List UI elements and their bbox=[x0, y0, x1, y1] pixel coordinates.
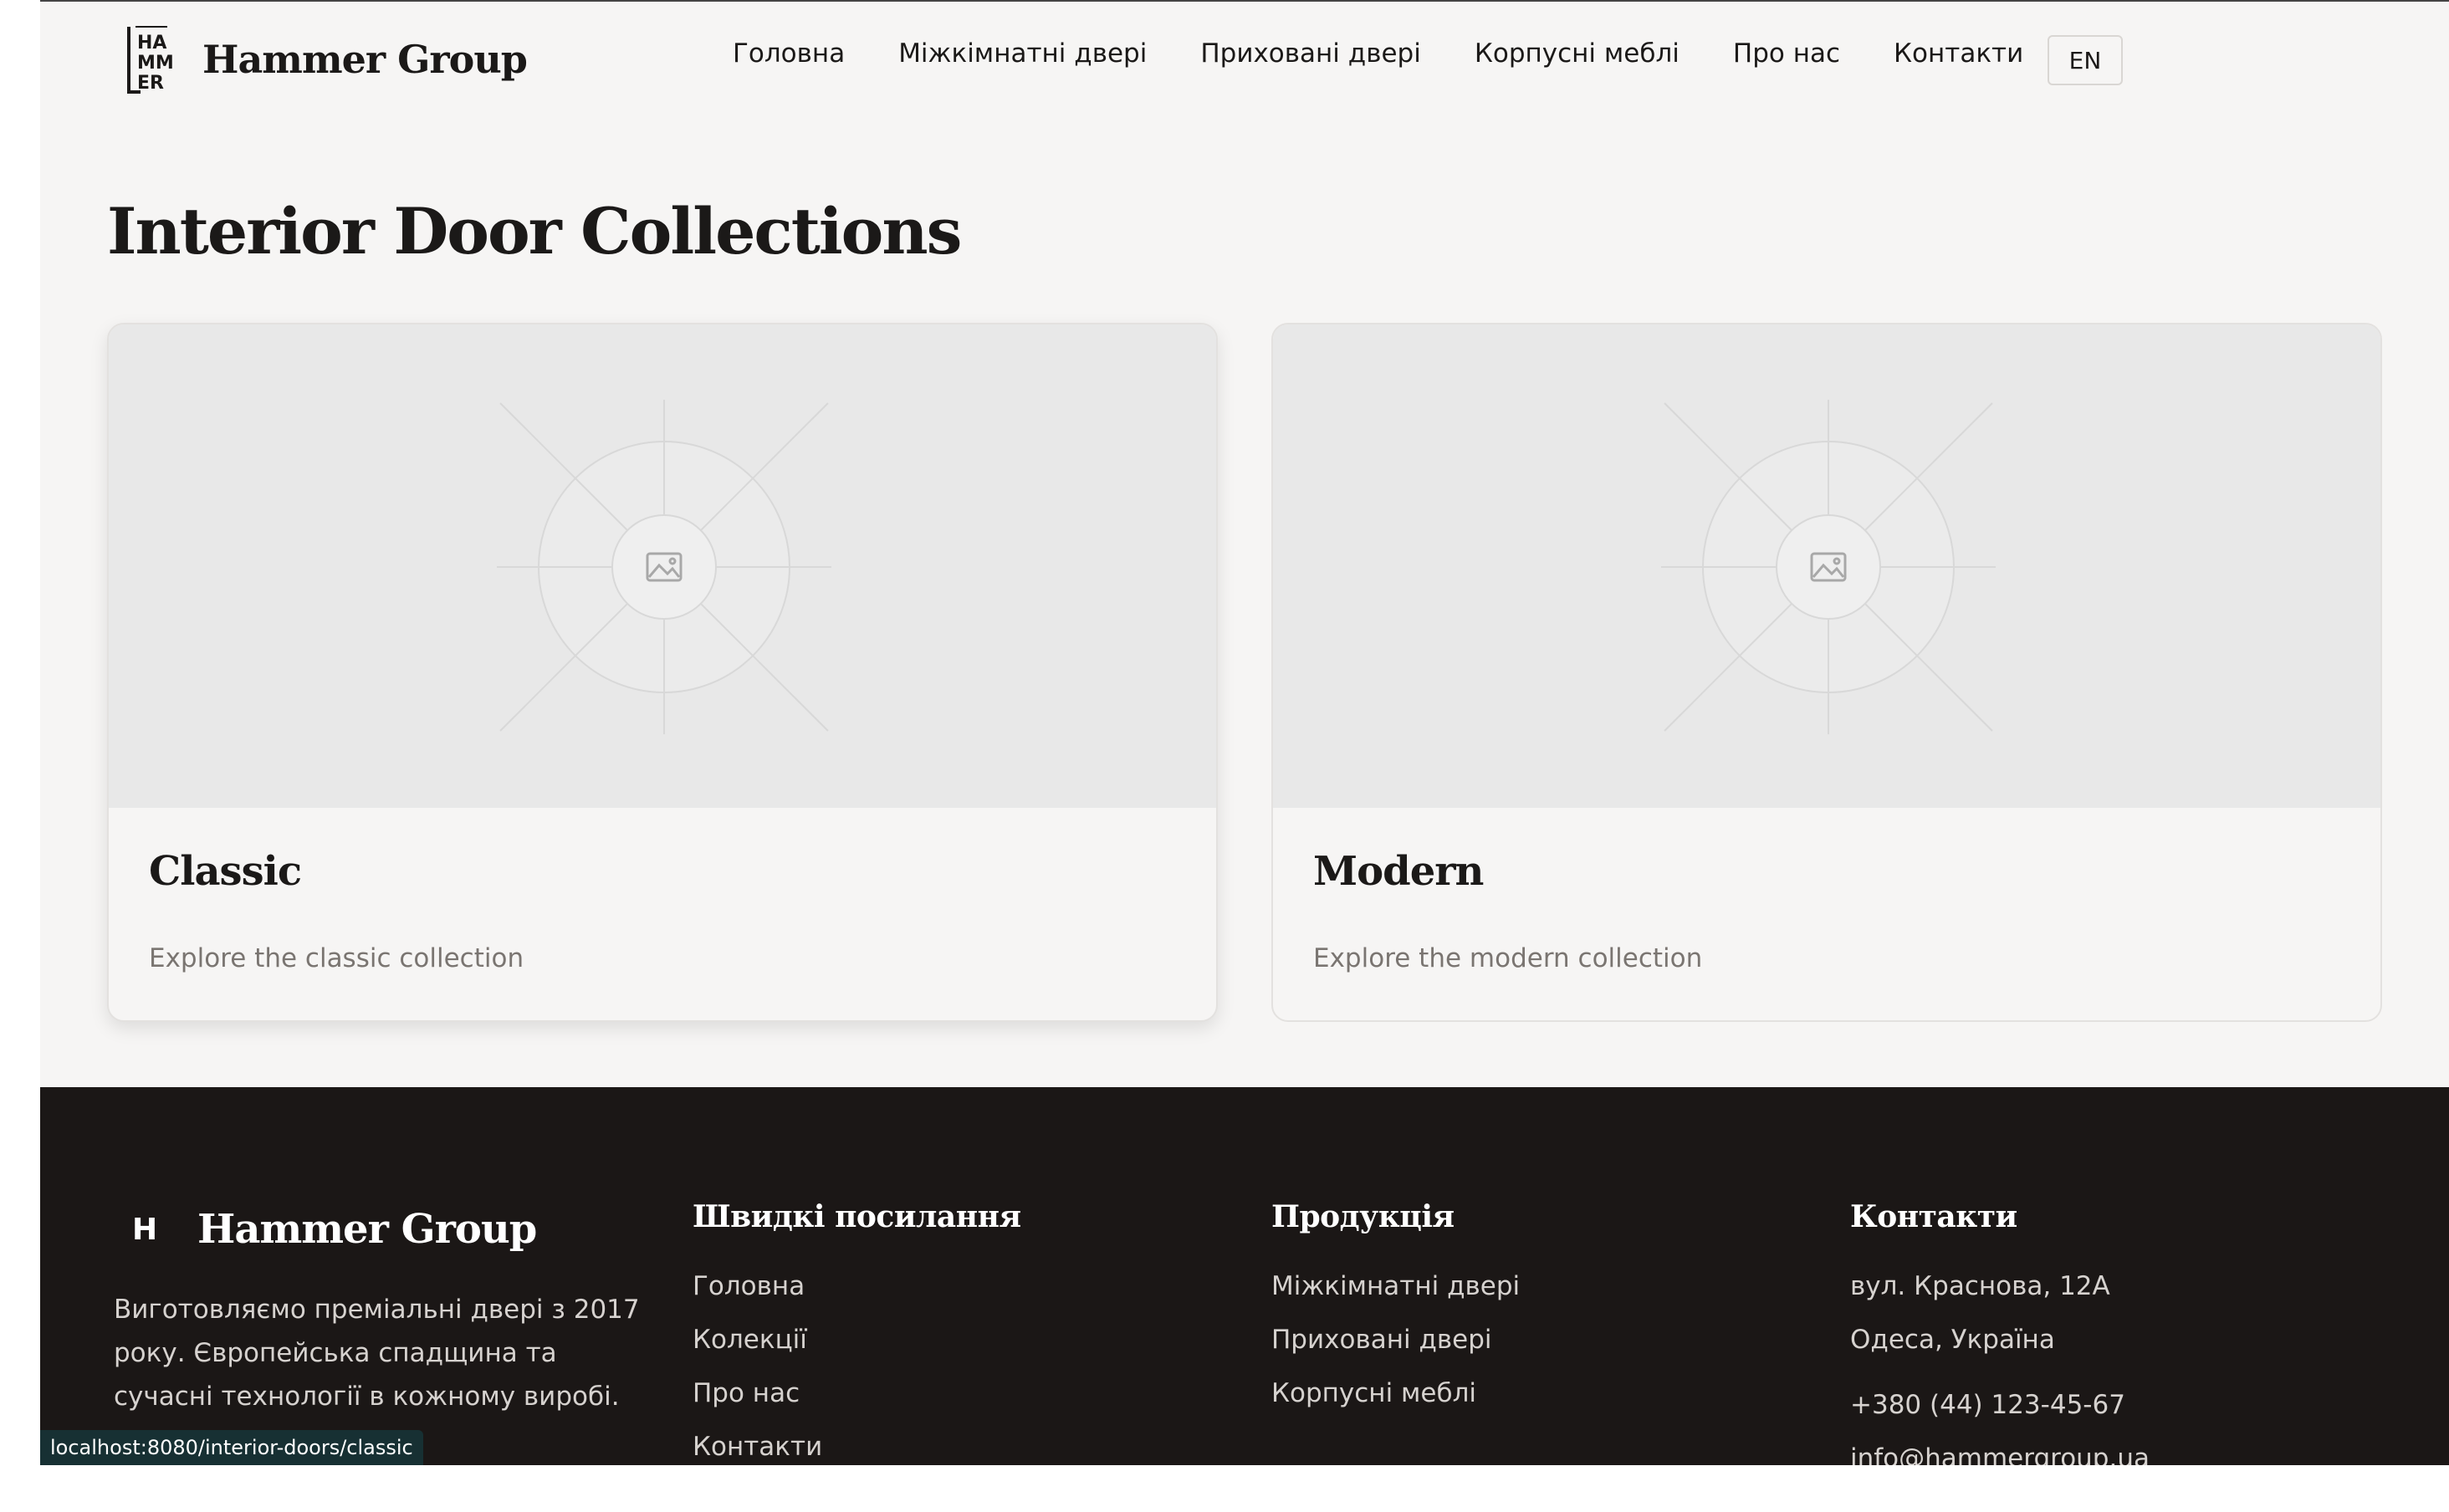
site-footer: H Hammer Group Виготовляємо преміальні д… bbox=[40, 1087, 2449, 1465]
card-title: Modern bbox=[1313, 848, 1484, 895]
footer-heading-contacts: Контакти bbox=[1850, 1199, 2017, 1234]
site-header: HA MM ER Hammer Group Головна Міжкімнатн… bbox=[40, 2, 2449, 127]
footer-products: Продукція Міжкімнатні двері Приховані дв… bbox=[1271, 1199, 1520, 1420]
footer-link-hidden-doors[interactable]: Приховані двері bbox=[1271, 1313, 1520, 1366]
footer-phone[interactable]: +380 (44) 123-45-67 bbox=[1850, 1378, 2150, 1432]
footer-address-line2: Одеса, Україна bbox=[1850, 1325, 2055, 1355]
nav-item-about[interactable]: Про нас bbox=[1733, 38, 1840, 69]
footer-heading-products: Продукція bbox=[1271, 1199, 1455, 1234]
link-preview-status-bar: localhost:8080/interior-doors/classic bbox=[40, 1430, 423, 1465]
logo-letters-2: MM bbox=[137, 53, 172, 74]
logo-letters-1: HA bbox=[137, 33, 166, 54]
footer-contacts: Контакти вул. Краснова, 12А Одеса, Украї… bbox=[1850, 1199, 2150, 1465]
footer-brand-name: Hammer Group bbox=[197, 1206, 537, 1253]
brand-name: Hammer Group bbox=[202, 37, 528, 82]
card-description: Explore the modern collection bbox=[1313, 943, 1703, 973]
image-placeholder-icon bbox=[1661, 400, 1996, 734]
nav-item-home[interactable]: Головна bbox=[733, 38, 845, 69]
footer-link-home[interactable]: Головна bbox=[693, 1259, 1021, 1313]
footer-address-line1: вул. Краснова, 12А bbox=[1850, 1271, 2110, 1301]
nav-item-cabinet-furniture[interactable]: Корпусні меблі bbox=[1475, 38, 1680, 69]
hammer-logo-mark-icon: HA MM ER bbox=[124, 25, 174, 94]
footer-link-interior-doors[interactable]: Міжкімнатні двері bbox=[1271, 1259, 1520, 1313]
image-placeholder-icon bbox=[497, 400, 831, 734]
card-image-placeholder bbox=[1273, 324, 2380, 808]
footer-quick-links: Швидкі посилання Головна Колекції Про на… bbox=[693, 1199, 1021, 1465]
card-image-placeholder bbox=[109, 324, 1216, 808]
footer-link-cabinet-furniture[interactable]: Корпусні меблі bbox=[1271, 1366, 1520, 1420]
collection-card-classic[interactable]: Classic Explore the classic collection bbox=[107, 323, 1218, 1022]
language-switch-button[interactable]: EN bbox=[2048, 35, 2123, 85]
page-title: Interior Door Collections bbox=[107, 194, 962, 268]
footer-brand-logo[interactable]: H Hammer Group bbox=[132, 1206, 537, 1253]
footer-logo-letter: H bbox=[132, 1212, 158, 1247]
footer-link-about[interactable]: Про нас bbox=[693, 1366, 1021, 1420]
brand-logo[interactable]: HA MM ER Hammer Group bbox=[124, 25, 528, 94]
card-description: Explore the classic collection bbox=[149, 943, 524, 973]
nav-item-hidden-doors[interactable]: Приховані двері bbox=[1200, 38, 1421, 69]
logo-letters-3: ER bbox=[137, 73, 164, 94]
footer-heading-quick-links: Швидкі посилання bbox=[693, 1199, 1021, 1234]
nav-item-contacts[interactable]: Контакти bbox=[1894, 38, 2023, 69]
footer-email[interactable]: info@hammergroup.ua bbox=[1850, 1432, 2150, 1465]
footer-about-text: Виготовляємо преміальні двері з 2017 рок… bbox=[114, 1295, 640, 1412]
nav-item-interior-doors[interactable]: Міжкімнатні двері bbox=[898, 38, 1147, 69]
card-title: Classic bbox=[149, 848, 302, 895]
collection-card-modern[interactable]: Modern Explore the modern collection bbox=[1271, 323, 2382, 1022]
footer-link-contacts[interactable]: Контакти bbox=[693, 1420, 1021, 1465]
main-nav: Головна Міжкімнатні двері Приховані двер… bbox=[733, 38, 2077, 69]
footer-link-collections[interactable]: Колекції bbox=[693, 1313, 1021, 1366]
page: HA MM ER Hammer Group Головна Міжкімнатн… bbox=[40, 0, 2449, 1465]
